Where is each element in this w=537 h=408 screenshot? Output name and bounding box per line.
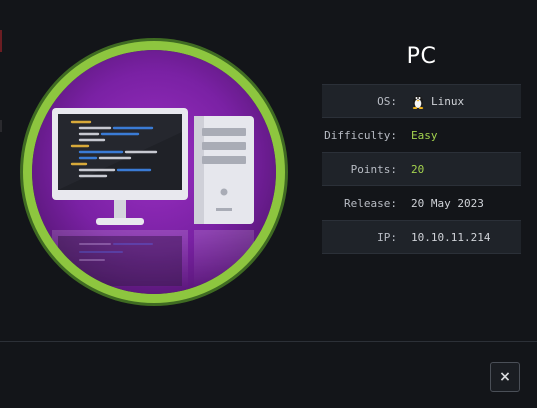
os-value: Linux [411, 93, 464, 109]
left-edge-accent [0, 120, 2, 132]
left-edge-accent [0, 30, 2, 52]
os-name: Linux [431, 94, 465, 108]
points-label: Points: [350, 162, 397, 176]
ip-value: 10.10.11.214 [411, 230, 491, 244]
machine-info-table: OS: Linux Difficulty: Easy Points: 20 Re… [322, 84, 521, 254]
info-row-points: Points: 20 [322, 152, 521, 186]
points-value: 20 [411, 162, 425, 176]
footer-divider [0, 341, 537, 342]
difficulty-label: Difficulty: [324, 128, 397, 142]
ip-label: IP: [377, 230, 397, 244]
close-icon: × [499, 369, 511, 385]
machine-info-dialog: PC OS: Linux Difficulty: Easy Points: 20… [0, 0, 537, 408]
computer-workstation-icon [20, 38, 288, 306]
info-row-difficulty: Difficulty: Easy [322, 118, 521, 152]
release-value: 20 May 2023 [411, 196, 484, 210]
difficulty-value: Easy [411, 128, 438, 142]
linux-tux-icon [412, 95, 424, 109]
info-row-release: Release: 20 May 2023 [322, 186, 521, 220]
machine-name: PC [406, 44, 437, 69]
os-label: OS: [377, 94, 397, 108]
release-label: Release: [344, 196, 397, 210]
info-row-ip: IP: 10.10.11.214 [322, 220, 521, 254]
close-button[interactable]: × [490, 362, 520, 392]
info-row-os: OS: Linux [322, 84, 521, 118]
machine-avatar [18, 36, 290, 308]
